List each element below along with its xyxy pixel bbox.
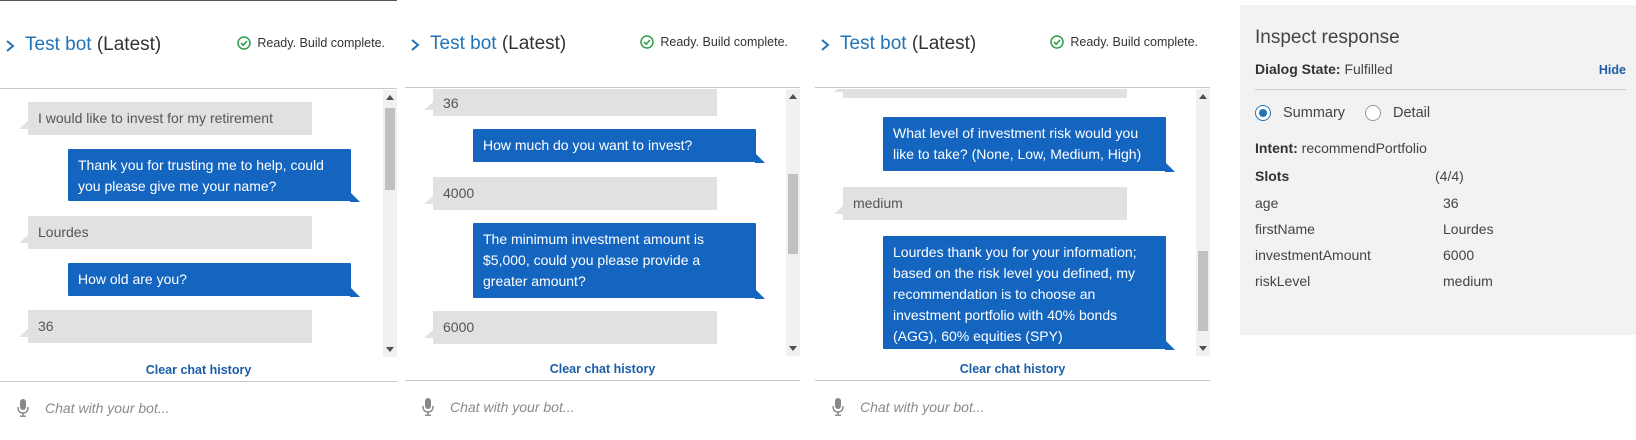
- chat-scrollbar[interactable]: [786, 89, 800, 356]
- chevron-right-icon[interactable]: [410, 38, 420, 52]
- chat-input-bar: [815, 380, 1210, 440]
- chevron-right-icon[interactable]: [820, 38, 830, 52]
- radio-summary-label: Summary: [1283, 105, 1346, 121]
- clear-chat-history-link[interactable]: Clear chat history: [405, 362, 800, 376]
- chat-input-bar: [405, 380, 800, 440]
- build-status-text: Ready. Build complete.: [257, 36, 385, 50]
- bot-title: Test bot (Latest): [25, 34, 161, 56]
- user-message: medium: [834, 187, 1127, 220]
- slot-name: riskLevel: [1255, 273, 1311, 289]
- build-status: Ready. Build complete.: [640, 35, 788, 49]
- clear-chat-history-link[interactable]: Clear chat history: [815, 362, 1210, 376]
- bot-version: (Latest): [501, 33, 567, 54]
- slot-value: 6000: [1443, 247, 1475, 263]
- user-message: 6000: [424, 311, 717, 344]
- chat-input[interactable]: [450, 396, 770, 418]
- user-message: 36: [424, 89, 717, 116]
- chat-panel-3: Test bot (Latest) Ready. Build complete.…: [815, 0, 1210, 440]
- inspect-response-panel: Inspect response Dialog State: Fulfilled…: [1240, 5, 1636, 335]
- build-status-text: Ready. Build complete.: [660, 35, 788, 49]
- bot-header: Test bot (Latest) Ready. Build complete.: [815, 0, 1210, 88]
- bot-name-link[interactable]: Test bot: [840, 33, 907, 54]
- slot-name: firstName: [1255, 221, 1315, 237]
- radio-detail[interactable]: Detail: [1365, 105, 1430, 121]
- bot-header: Test bot (Latest) Ready. Build complete.: [0, 1, 397, 89]
- chat-input-bar: [0, 381, 397, 440]
- microphone-icon[interactable]: [422, 398, 434, 416]
- bot-version: (Latest): [911, 33, 977, 54]
- bot-message: What level of investment risk would you …: [883, 117, 1175, 172]
- radio-detail-label: Detail: [1393, 105, 1431, 121]
- chat-scrollbar[interactable]: [1196, 89, 1210, 356]
- microphone-icon[interactable]: [832, 398, 844, 416]
- chat-panel-2: Test bot (Latest) Ready. Build complete.…: [405, 0, 800, 440]
- build-status: Ready. Build complete.: [237, 36, 385, 50]
- chat-history[interactable]: 6000 What level of investment risk would…: [815, 89, 1194, 356]
- user-message: 6000: [834, 89, 1127, 98]
- intent-value: recommendPortfolio: [1301, 140, 1427, 156]
- user-message: 36: [19, 310, 312, 343]
- user-message: Lourdes: [19, 216, 312, 249]
- bot-message: How old are you?: [68, 263, 360, 297]
- bot-title: Test bot (Latest): [840, 33, 976, 55]
- intent: Intent: recommendPortfolio: [1255, 140, 1427, 156]
- clear-chat-history-link[interactable]: Clear chat history: [0, 363, 397, 377]
- bot-message: Thank you for trusting me to help, could…: [68, 149, 360, 202]
- scrollbar-thumb[interactable]: [385, 108, 395, 190]
- user-message: 4000: [424, 177, 717, 210]
- slot-row: riskLevel medium: [1255, 273, 1615, 293]
- check-circle-icon: [237, 36, 252, 50]
- slot-name: age: [1255, 195, 1279, 211]
- inspect-title: Inspect response: [1255, 27, 1400, 48]
- microphone-icon[interactable]: [17, 399, 29, 417]
- chat-input[interactable]: [860, 396, 1180, 418]
- slots-count: (4/4): [1435, 168, 1464, 184]
- radio-unselected-icon[interactable]: [1365, 105, 1381, 121]
- bot-title: Test bot (Latest): [430, 33, 566, 55]
- scrollbar-thumb[interactable]: [1198, 251, 1208, 331]
- bot-message: How much do you want to invest?: [473, 129, 765, 163]
- slot-row: firstName Lourdes: [1255, 221, 1615, 241]
- check-circle-icon: [640, 35, 655, 49]
- chat-history[interactable]: 36 How much do you want to invest? 4000 …: [405, 89, 784, 356]
- slots-heading: Slots: [1255, 168, 1290, 184]
- slot-value: medium: [1443, 273, 1493, 289]
- slot-value: 36: [1443, 195, 1459, 211]
- divider: [1255, 89, 1626, 90]
- dialog-state: Dialog State: Fulfilled: [1255, 61, 1393, 77]
- chat-scrollbar[interactable]: [383, 90, 397, 357]
- build-status-text: Ready. Build complete.: [1070, 35, 1198, 49]
- user-message: I would like to invest for my retirement: [19, 102, 312, 135]
- bot-message: Lourdes thank you for your information; …: [883, 236, 1175, 350]
- slot-value: Lourdes: [1443, 221, 1494, 237]
- radio-selected-icon[interactable]: [1255, 105, 1271, 121]
- bot-message: The minimum investment amount is $5,000,…: [473, 223, 765, 299]
- bot-version: (Latest): [96, 34, 162, 55]
- bot-header: Test bot (Latest) Ready. Build complete.: [405, 0, 800, 88]
- radio-summary[interactable]: Summary: [1255, 105, 1345, 121]
- hide-link[interactable]: Hide: [1599, 63, 1626, 77]
- chat-panel-1: Test bot (Latest) Ready. Build complete.…: [0, 0, 397, 440]
- bot-name-link[interactable]: Test bot: [25, 34, 92, 55]
- chevron-right-icon[interactable]: [5, 39, 15, 53]
- slot-name: investmentAmount: [1255, 247, 1371, 263]
- build-status: Ready. Build complete.: [1050, 35, 1198, 49]
- check-circle-icon: [1050, 35, 1065, 49]
- dialog-state-value: Fulfilled: [1344, 61, 1393, 77]
- bot-name-link[interactable]: Test bot: [430, 33, 497, 54]
- slot-row: age 36: [1255, 195, 1615, 215]
- dialog-state-label: Dialog State:: [1255, 61, 1341, 77]
- slot-row: investmentAmount 6000: [1255, 247, 1615, 267]
- intent-label: Intent:: [1255, 140, 1298, 156]
- chat-input[interactable]: [45, 397, 365, 419]
- scrollbar-thumb[interactable]: [788, 174, 798, 254]
- chat-history[interactable]: I would like to invest for my retirement…: [0, 90, 381, 357]
